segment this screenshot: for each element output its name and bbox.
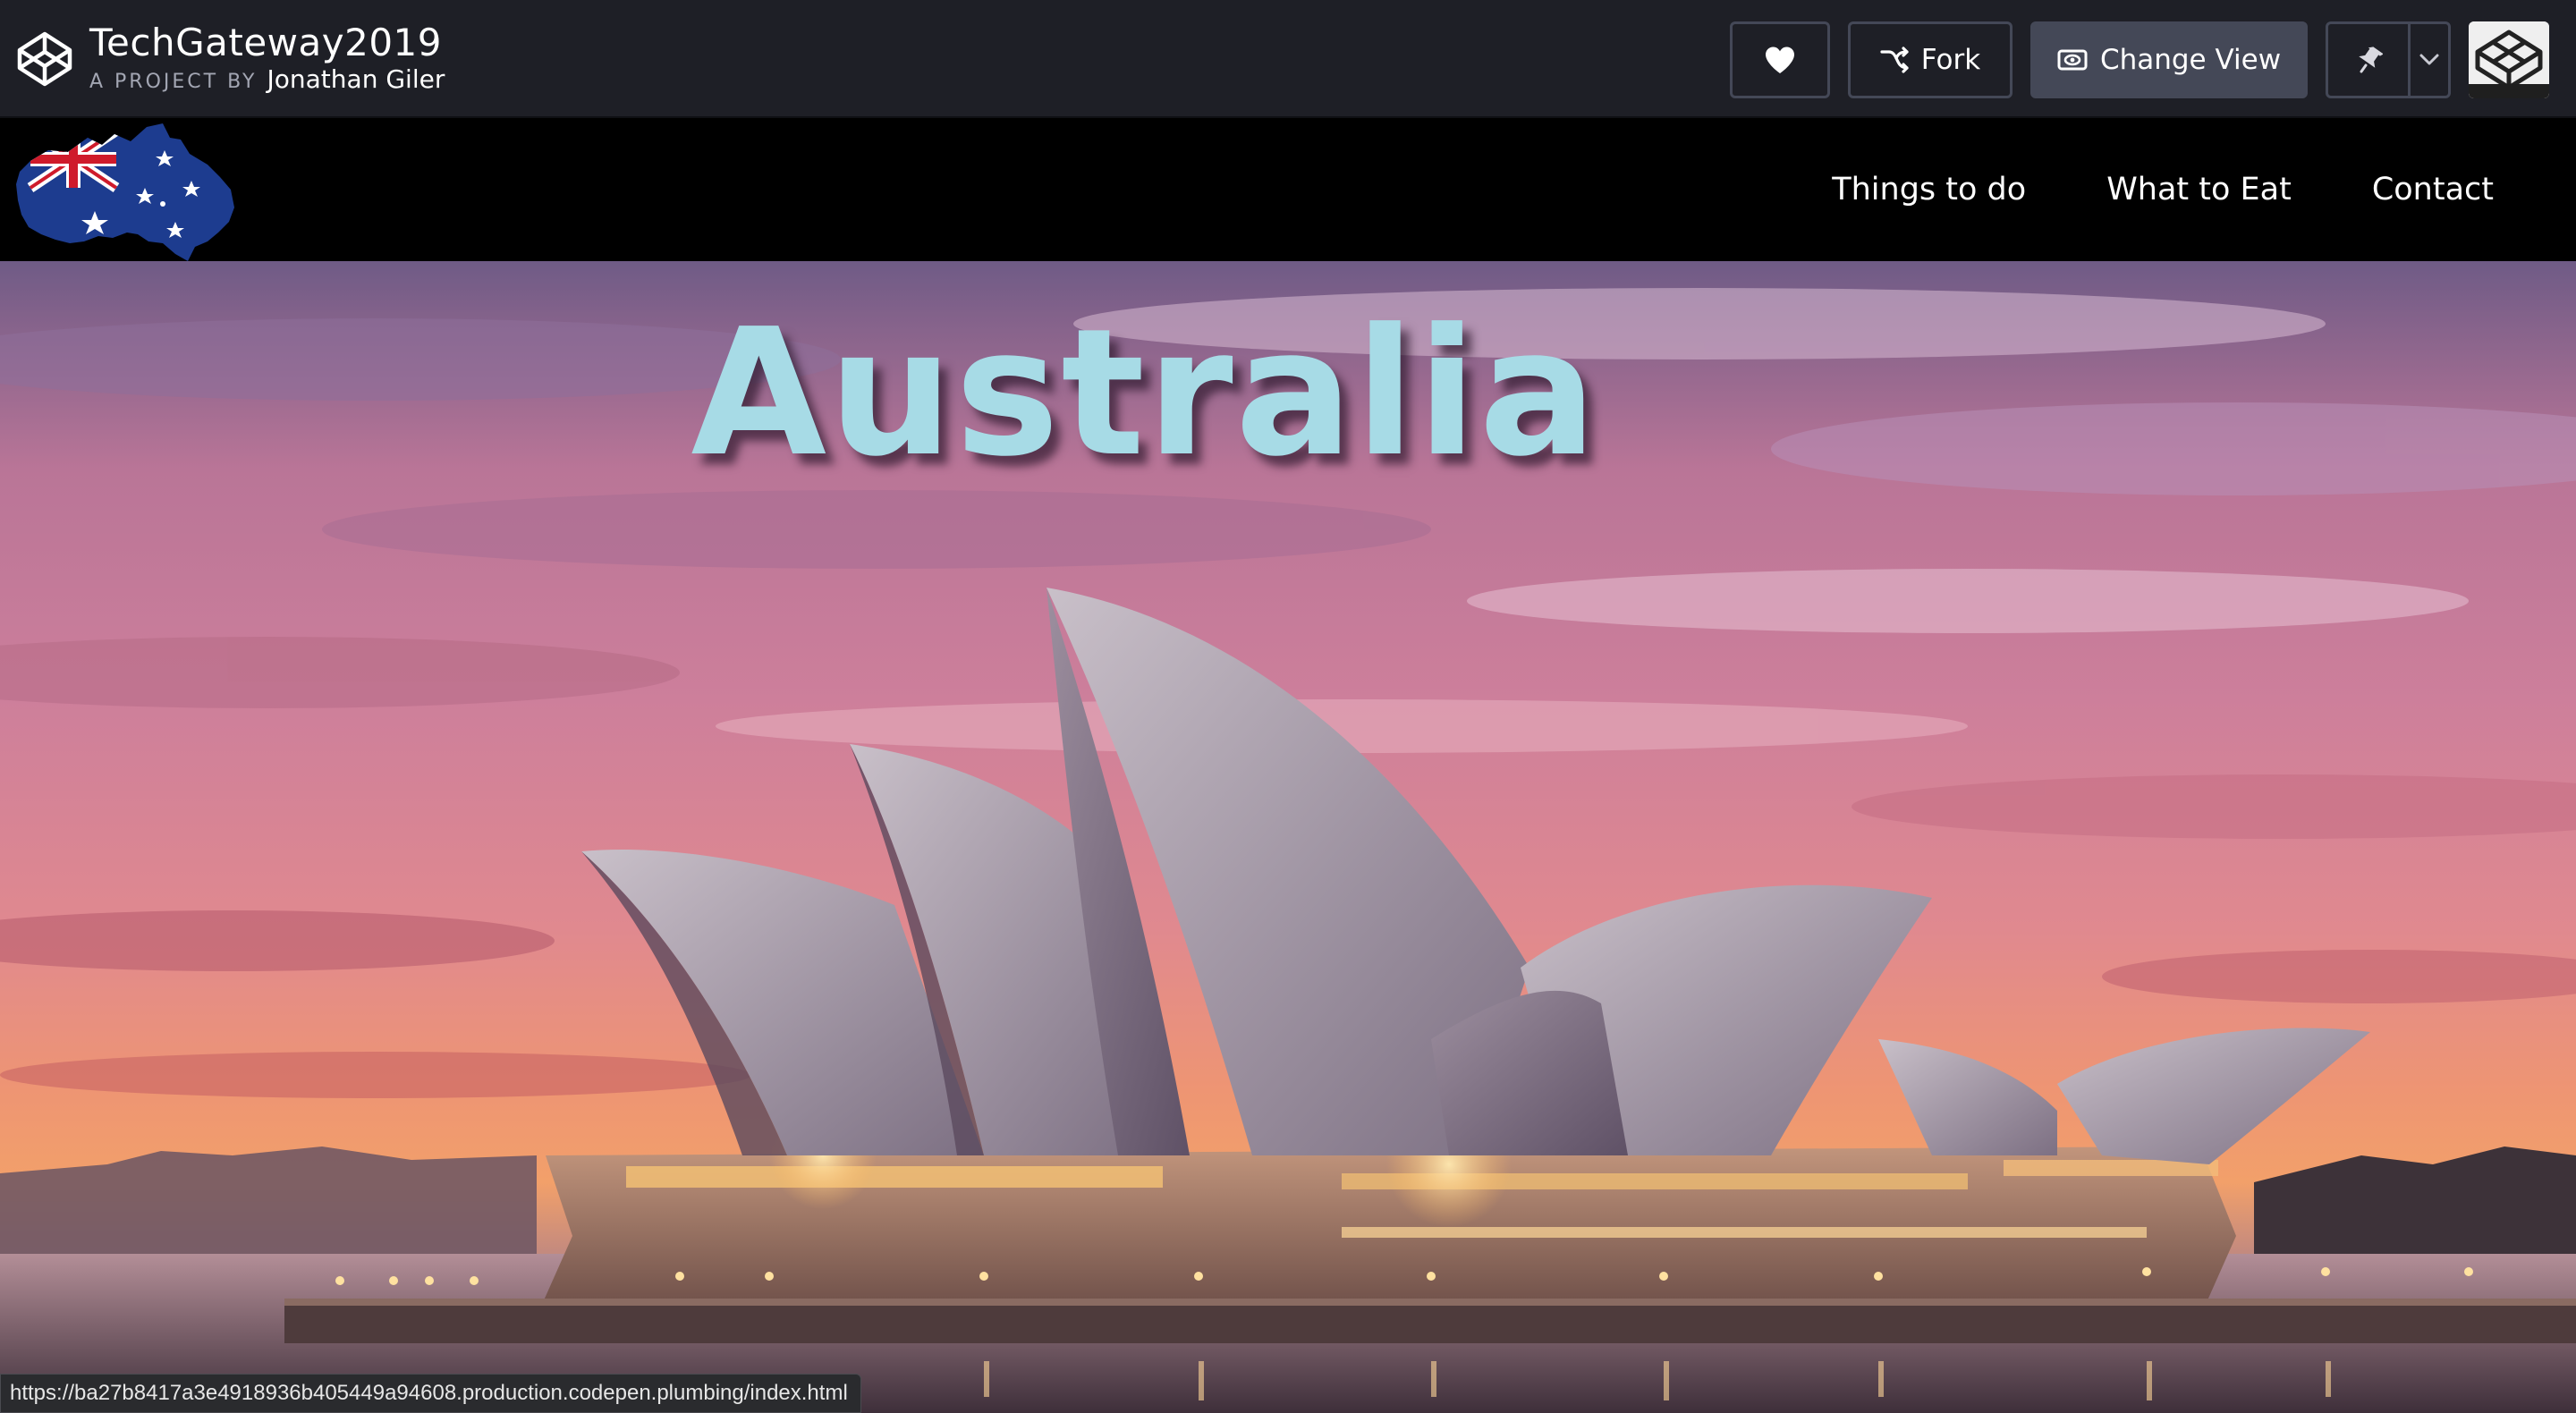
codepen-header: TechGateway2019 A PROJECT BY Jonathan Gi… — [0, 0, 2576, 118]
byline-prefix: A PROJECT BY — [89, 71, 258, 93]
site-navbar: Things to do What to Eat Contact — [0, 118, 2576, 261]
heart-icon — [1766, 47, 1794, 73]
nav-what-to-eat[interactable]: What to Eat — [2106, 172, 2292, 207]
pin-button-group — [2326, 21, 2451, 98]
fork-icon — [1880, 47, 1909, 73]
like-button[interactable] — [1730, 21, 1830, 98]
change-view-button[interactable]: Change View — [2030, 21, 2308, 98]
change-view-label: Change View — [2099, 44, 2282, 76]
project-byline: A PROJECT BY Jonathan Giler — [89, 64, 445, 98]
nav-links: Things to do What to Eat Contact — [1751, 118, 2494, 261]
user-avatar[interactable] — [2469, 21, 2549, 98]
fork-label: Fork — [1920, 44, 1981, 76]
author-link[interactable]: Jonathan Giler — [267, 64, 445, 94]
codepen-logo-icon[interactable] — [16, 30, 73, 88]
australia-flag-map-logo[interactable] — [5, 118, 256, 261]
project-title[interactable]: TechGateway2019 — [89, 18, 442, 68]
pin-button[interactable] — [2328, 24, 2411, 96]
pin-menu-toggle[interactable] — [2411, 24, 2448, 96]
nav-things-to-do[interactable]: Things to do — [1832, 172, 2026, 207]
avatar-image — [2469, 21, 2549, 98]
pin-icon — [2358, 47, 2383, 73]
hero-section: Australia — [0, 261, 2576, 1413]
nav-contact[interactable]: Contact — [2372, 172, 2494, 207]
status-bar-url: https://ba27b8417a3e4918936b405449a94608… — [0, 1374, 861, 1413]
fork-button[interactable]: Fork — [1848, 21, 2012, 98]
eye-icon — [2057, 49, 2088, 71]
hero-title: Australia — [691, 292, 1599, 495]
chevron-down-icon — [2419, 54, 2439, 65]
